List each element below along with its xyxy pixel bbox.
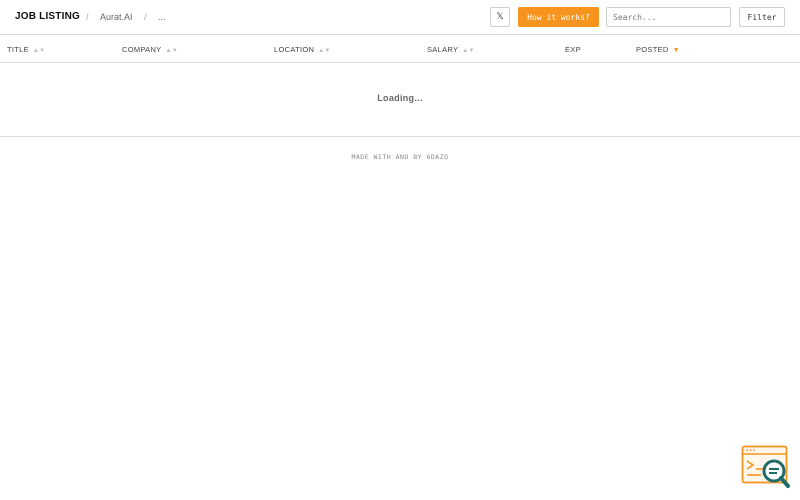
how-it-works-button[interactable]: How it works? bbox=[518, 7, 599, 27]
column-header-posted[interactable]: POSTED ▼ bbox=[636, 45, 680, 54]
filter-button[interactable]: Filter bbox=[739, 7, 785, 27]
browser-search-icon[interactable] bbox=[741, 445, 791, 489]
search-input[interactable] bbox=[606, 7, 731, 27]
table-header: TITLE ▲▼ COMPANY ▲▼ LOCATION ▲▼ SALARY ▲▼ EX… bbox=[0, 36, 800, 63]
divider bbox=[0, 136, 800, 137]
column-header-exp[interactable]: EXP bbox=[565, 45, 581, 54]
sort-icon[interactable]: ▲▼ bbox=[165, 48, 177, 54]
column-header-salary[interactable]: SALARY ▲▼ bbox=[427, 45, 475, 54]
x-social-button[interactable]: 𝕏 bbox=[490, 7, 510, 27]
top-bar: JOB LISTING / Aurat.AI / ... 𝕏 How it wo… bbox=[0, 0, 800, 35]
column-header-title[interactable]: TITLE ▲▼ bbox=[7, 45, 45, 54]
sort-icon[interactable]: ▲▼ bbox=[462, 48, 474, 54]
footer-credit: MADE WITH AND BY 6DAZO bbox=[351, 153, 449, 161]
brand-title[interactable]: JOB LISTING bbox=[15, 11, 80, 22]
column-header-company[interactable]: COMPANY ▲▼ bbox=[122, 45, 178, 54]
sort-icon[interactable]: ▲▼ bbox=[33, 48, 45, 54]
column-header-location[interactable]: LOCATION ▲▼ bbox=[274, 45, 331, 54]
loading-indicator: Loading... bbox=[377, 93, 423, 103]
sort-desc-icon[interactable]: ▼ bbox=[673, 47, 680, 54]
breadcrumb-aurat-ai[interactable]: Aurat.AI bbox=[100, 12, 133, 22]
breadcrumb-current[interactable]: ... bbox=[158, 12, 166, 22]
sort-icon[interactable]: ▲▼ bbox=[318, 48, 330, 54]
breadcrumb-separator: / bbox=[144, 12, 147, 22]
breadcrumb-separator: / bbox=[86, 12, 89, 22]
